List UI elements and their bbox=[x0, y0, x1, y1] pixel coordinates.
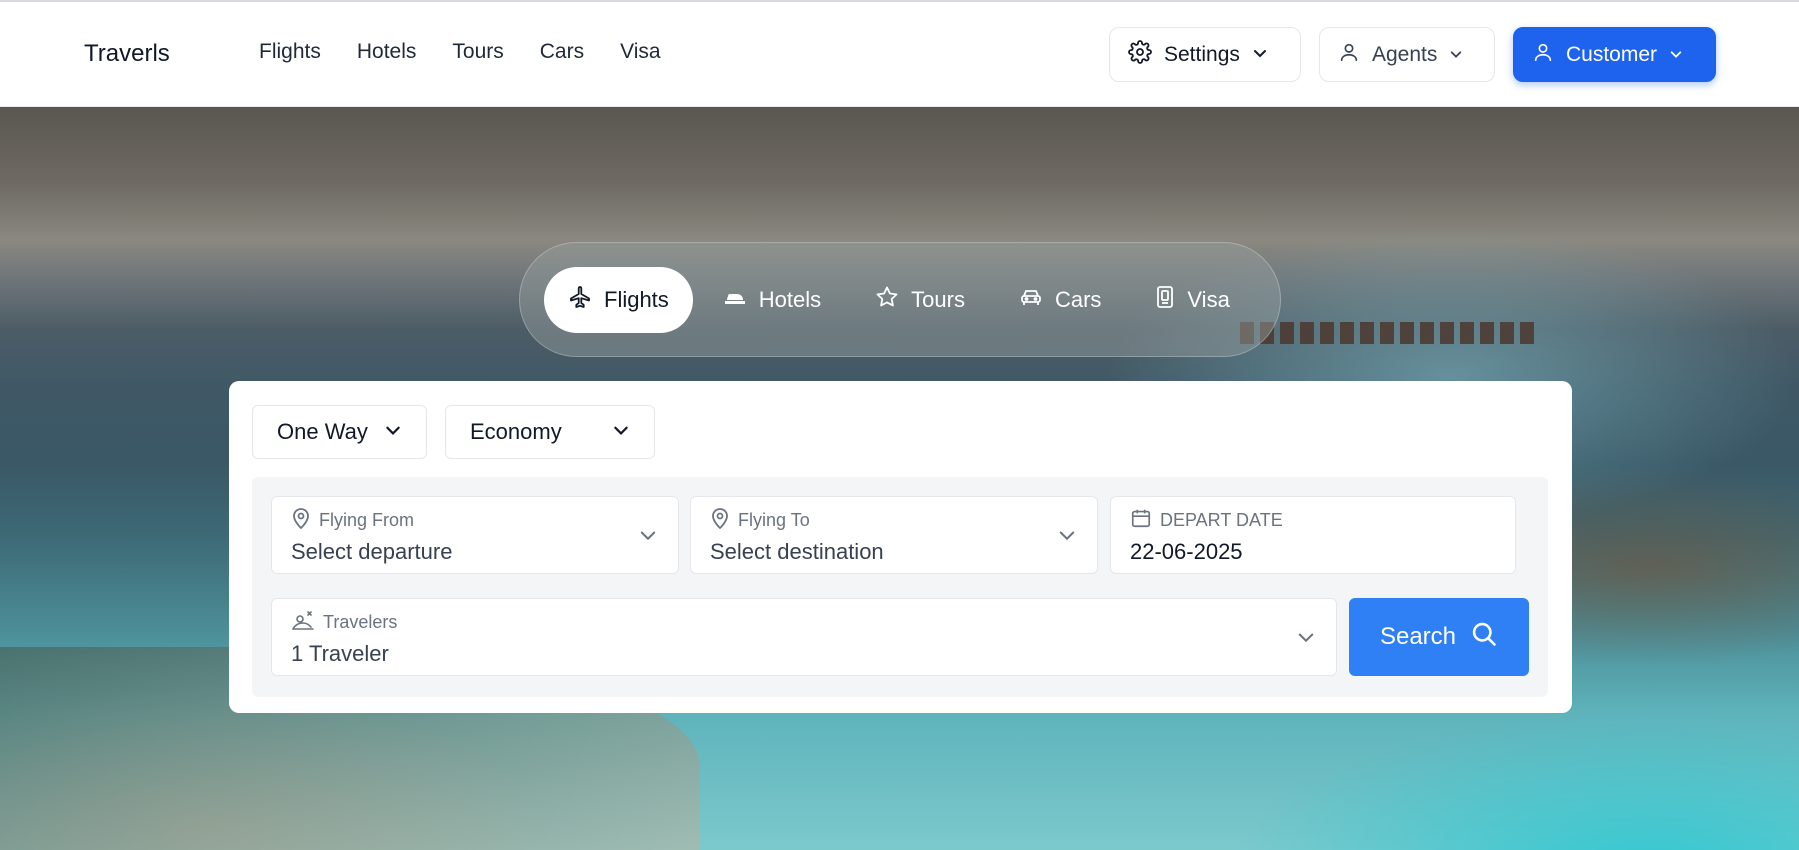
nav-tours[interactable]: Tours bbox=[452, 40, 503, 64]
nav-hotels[interactable]: Hotels bbox=[357, 40, 417, 64]
tab-label: Hotels bbox=[758, 286, 822, 312]
depart-date-label-row: DEPART DATE bbox=[1130, 507, 1283, 534]
user-icon bbox=[1532, 41, 1554, 69]
trip-type-value: One Way bbox=[277, 419, 368, 444]
passport-icon bbox=[1155, 285, 1175, 315]
tab-flights[interactable]: Flights bbox=[544, 266, 693, 333]
trip-type-select[interactable]: One Way bbox=[252, 405, 427, 459]
flight-search-card: One Way Economy Flying From Select depar… bbox=[229, 381, 1572, 713]
tab-label: Cars bbox=[1054, 286, 1102, 312]
nav-flights[interactable]: Flights bbox=[259, 40, 321, 64]
tab-hotels[interactable]: Hotels bbox=[699, 267, 845, 333]
flying-to-value: Select destination bbox=[710, 539, 884, 564]
star-icon bbox=[875, 285, 899, 315]
chevron-down-icon bbox=[1669, 43, 1683, 67]
search-icon bbox=[1470, 620, 1498, 655]
tab-cars[interactable]: Cars bbox=[995, 267, 1125, 333]
search-label: Search bbox=[1379, 623, 1457, 650]
location-pin-icon bbox=[710, 507, 730, 534]
chevron-down-icon bbox=[1057, 525, 1077, 550]
location-pin-icon bbox=[291, 507, 311, 534]
agents-button[interactable]: Agents bbox=[1319, 27, 1495, 82]
travelers-label-row: Travelers bbox=[291, 609, 397, 636]
chevron-down-icon bbox=[384, 419, 402, 445]
depart-date-value: 22-06-2025 bbox=[1130, 539, 1243, 564]
travelers-value: 1 Traveler bbox=[291, 641, 389, 666]
tab-label: Visa bbox=[1187, 286, 1230, 312]
gear-icon bbox=[1128, 39, 1152, 70]
chevron-down-icon bbox=[1449, 43, 1463, 67]
agents-label: Agents bbox=[1372, 42, 1438, 66]
flying-to-field[interactable]: Flying To Select destination bbox=[690, 496, 1098, 574]
search-button[interactable]: Search bbox=[1349, 598, 1529, 676]
hotel-icon bbox=[723, 287, 747, 313]
flying-from-value: Select departure bbox=[291, 539, 453, 564]
travelers-field[interactable]: Travelers 1 Traveler bbox=[271, 598, 1337, 676]
brand-logo[interactable]: Traverls bbox=[84, 40, 170, 68]
customer-label: Customer bbox=[1566, 42, 1658, 66]
flying-to-label: Flying To bbox=[738, 510, 810, 530]
chevron-down-icon bbox=[638, 525, 658, 550]
nav-visa[interactable]: Visa bbox=[620, 40, 660, 64]
plane-icon bbox=[568, 285, 592, 315]
depart-date-field[interactable]: DEPART DATE 22-06-2025 bbox=[1110, 496, 1516, 574]
tab-label: Flights bbox=[604, 286, 669, 312]
search-form: Flying From Select departure Flying To S… bbox=[252, 477, 1548, 697]
calendar-icon bbox=[1130, 507, 1152, 534]
flying-from-field[interactable]: Flying From Select departure bbox=[271, 496, 679, 574]
user-icon bbox=[1338, 41, 1360, 69]
chevron-down-icon bbox=[612, 419, 630, 445]
chevron-down-icon bbox=[1252, 43, 1268, 67]
car-icon bbox=[1019, 285, 1043, 315]
settings-button[interactable]: Settings bbox=[1109, 27, 1301, 82]
depart-date-label: DEPART DATE bbox=[1160, 510, 1283, 530]
nav-cars[interactable]: Cars bbox=[540, 40, 584, 64]
tab-tours[interactable]: Tours bbox=[851, 267, 989, 333]
flying-to-label-row: Flying To bbox=[710, 507, 810, 534]
main-nav: Flights Hotels Tours Cars Visa bbox=[259, 40, 697, 64]
travelers-icon bbox=[291, 609, 315, 636]
cabin-class-select[interactable]: Economy bbox=[445, 405, 655, 459]
site-header: Traverls Flights Hotels Tours Cars Visa … bbox=[0, 2, 1799, 107]
chevron-down-icon bbox=[1296, 627, 1316, 652]
hero-background-bungalows bbox=[1240, 322, 1540, 344]
settings-label: Settings bbox=[1164, 42, 1240, 66]
hero-section: Flights Hotels Tours Cars Visa One Way E… bbox=[0, 107, 1799, 850]
travelers-label: Travelers bbox=[323, 612, 398, 632]
tab-label: Tours bbox=[911, 286, 965, 312]
category-tabs: Flights Hotels Tours Cars Visa bbox=[519, 242, 1281, 357]
flying-from-label: Flying From bbox=[319, 510, 415, 530]
tab-visa[interactable]: Visa bbox=[1131, 267, 1253, 333]
cabin-class-value: Economy bbox=[470, 419, 562, 444]
flying-from-label-row: Flying From bbox=[291, 507, 414, 534]
customer-button[interactable]: Customer bbox=[1513, 27, 1716, 82]
